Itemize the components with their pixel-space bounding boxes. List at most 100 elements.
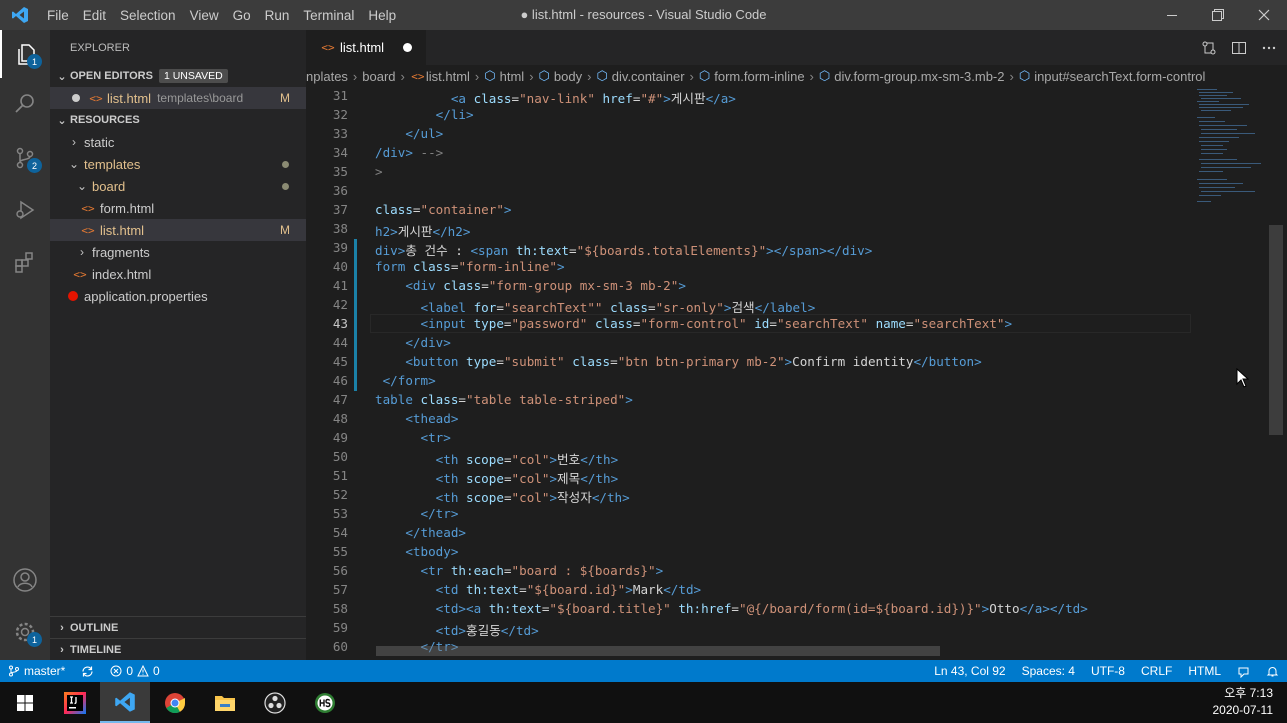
close-window-button[interactable]	[1241, 0, 1287, 30]
branch-indicator[interactable]: master*	[0, 664, 73, 678]
breadcrumb-item[interactable]: body	[554, 69, 582, 84]
code-line[interactable]: >	[375, 164, 383, 179]
problems-indicator[interactable]: 0 0	[102, 664, 167, 678]
accounts-activity[interactable]	[0, 556, 50, 604]
taskbar-obs[interactable]	[250, 682, 300, 723]
code-line[interactable]: <td th:text="${board.id}">Mark</td>	[375, 582, 701, 597]
code-line[interactable]: <button type="submit" class="btn btn-pri…	[375, 354, 981, 369]
menu-go[interactable]: Go	[226, 8, 258, 23]
line-number: 47	[332, 392, 348, 407]
code-line[interactable]: h2>게시판</h2>	[375, 221, 470, 240]
indentation[interactable]: Spaces: 4	[1014, 664, 1083, 678]
tree-item-form-html[interactable]: <> form.html	[50, 197, 306, 219]
restore-button[interactable]	[1195, 0, 1241, 30]
code-line[interactable]: </div>	[375, 335, 451, 350]
breadcrumb-item[interactable]: div.container	[612, 69, 685, 84]
run-debug-activity[interactable]	[0, 186, 50, 234]
code-line[interactable]: class="container">	[375, 202, 512, 217]
taskbar-chrome[interactable]	[150, 682, 200, 723]
language-mode[interactable]: HTML	[1180, 664, 1229, 678]
code-line[interactable]: <label for="searchText"" class="sr-only"…	[375, 297, 816, 316]
menu-view[interactable]: View	[183, 8, 226, 23]
source-control-activity[interactable]: 2	[0, 134, 50, 182]
breadcrumb-item[interactable]: list.html	[426, 69, 470, 84]
open-editor-list-html[interactable]: <> list.html templates\board M	[50, 87, 306, 109]
code-line[interactable]: <th scope="col">제목</th>	[375, 468, 618, 487]
outline-header[interactable]: › OUTLINE	[50, 616, 306, 638]
system-clock[interactable]: 오후 7:13 2020-07-11	[1213, 685, 1274, 719]
split-editor-icon[interactable]	[1231, 40, 1247, 56]
tree-item-index-html[interactable]: <> index.html	[50, 263, 306, 285]
code-line[interactable]: table class="table table-striped">	[375, 392, 633, 407]
breadcrumb-item[interactable]: board	[362, 69, 395, 84]
code-line[interactable]: div>총 건수 : <span th:text="${boards.total…	[375, 240, 872, 259]
breadcrumb-item[interactable]: form.form-inline	[714, 69, 804, 84]
manage-activity[interactable]: 1	[0, 608, 50, 656]
code-line[interactable]: <th scope="col">번호</th>	[375, 449, 618, 468]
code-line[interactable]: <a class="nav-link" href="#">게시판</a>	[375, 88, 736, 107]
code-line[interactable]: <tr th:each="board : ${boards}">	[375, 563, 664, 578]
search-activity[interactable]	[0, 80, 50, 128]
code-line[interactable]: <tr>	[375, 430, 451, 445]
tab-list-html[interactable]: <> list.html	[306, 30, 426, 65]
code-line[interactable]: /div> -->	[375, 145, 443, 160]
breadcrumb-item[interactable]: input#searchText.form-control	[1034, 69, 1205, 84]
code-line[interactable]: </thead>	[375, 525, 466, 540]
vertical-scrollbar[interactable]	[1269, 225, 1283, 435]
line-number: 59	[332, 620, 348, 635]
explorer-activity[interactable]: 1	[0, 30, 50, 78]
code-line[interactable]: </ul>	[375, 126, 443, 141]
code-line[interactable]: <td>홍길동</td>	[375, 620, 539, 639]
taskbar-file-explorer[interactable]	[200, 682, 250, 723]
error-icon	[110, 665, 122, 677]
tree-item-board[interactable]: ⌄ board	[50, 175, 306, 197]
line-ending[interactable]: CRLF	[1133, 664, 1180, 678]
taskbar-vscode[interactable]	[100, 682, 150, 723]
menu-edit[interactable]: Edit	[76, 8, 113, 23]
obs-icon	[264, 691, 286, 714]
code-line[interactable]: </tr>	[375, 506, 459, 521]
sync-button[interactable]	[73, 665, 102, 678]
cursor-position[interactable]: Ln 43, Col 92	[926, 664, 1013, 678]
start-button[interactable]	[0, 682, 50, 723]
code-line[interactable]: <input type="password" class="form-contr…	[375, 316, 1013, 331]
code-line[interactable]: </li>	[375, 107, 474, 122]
code-editor[interactable]: 31 <a class="nav-link" href="#">게시판</a> 3…	[306, 87, 1191, 657]
breadcrumb-item[interactable]: nplates	[306, 69, 348, 84]
taskbar-intellij[interactable]	[50, 682, 100, 723]
menu-selection[interactable]: Selection	[113, 8, 183, 23]
timeline-header[interactable]: › TIMELINE	[50, 638, 306, 660]
tree-item-list-html[interactable]: <> list.html M	[50, 219, 306, 241]
tree-item-static[interactable]: › static	[50, 131, 306, 153]
code-line[interactable]: form class="form-inline">	[375, 259, 565, 274]
breadcrumb-item[interactable]: html	[500, 69, 525, 84]
extensions-activity[interactable]	[0, 238, 50, 286]
taskbar-hs-app[interactable]	[300, 682, 350, 723]
code-line[interactable]: <tbody>	[375, 544, 458, 559]
more-actions-icon[interactable]	[1261, 40, 1277, 56]
tree-item-fragments[interactable]: › fragments	[50, 241, 306, 263]
code-line[interactable]: </form>	[375, 373, 436, 388]
resources-header[interactable]: ⌄ RESOURCES	[50, 109, 306, 131]
feedback-button[interactable]	[1229, 665, 1258, 678]
code-line[interactable]: <th scope="col">작성자</th>	[375, 487, 630, 506]
code-line[interactable]: <thead>	[375, 411, 458, 426]
open-editors-header[interactable]: ⌄ OPEN EDITORS 1 UNSAVED	[50, 65, 306, 87]
unsaved-dot-icon[interactable]	[403, 43, 412, 52]
tree-item-application-properties[interactable]: application.properties	[50, 285, 306, 307]
menu-terminal[interactable]: Terminal	[296, 8, 361, 23]
breadcrumb-item[interactable]: div.form-group.mx-sm-3.mb-2	[834, 69, 1004, 84]
horizontal-scrollbar[interactable]	[376, 646, 940, 656]
notifications-button[interactable]	[1258, 665, 1287, 678]
minimap[interactable]	[1191, 87, 1273, 657]
git-change-marker	[354, 239, 357, 391]
encoding[interactable]: UTF-8	[1083, 664, 1133, 678]
code-line[interactable]: <div class="form-group mx-sm-3 mb-2">	[375, 278, 686, 293]
menu-help[interactable]: Help	[361, 8, 403, 23]
menu-file[interactable]: File	[40, 8, 76, 23]
code-line[interactable]: <td><a th:text="${board.title}" th:href=…	[375, 601, 1088, 616]
minimize-button[interactable]	[1149, 0, 1195, 30]
open-changes-icon[interactable]	[1201, 40, 1217, 56]
tree-item-templates[interactable]: ⌄ templates	[50, 153, 306, 175]
menu-run[interactable]: Run	[258, 8, 297, 23]
